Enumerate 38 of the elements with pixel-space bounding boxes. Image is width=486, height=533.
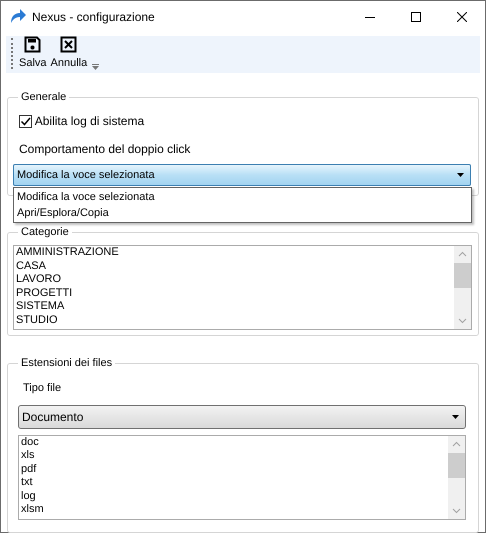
list-item[interactable]: AMMINISTRAZIONE xyxy=(16,246,454,260)
list-item[interactable]: PROGETTI xyxy=(16,286,454,300)
dropdown-arrow-icon xyxy=(452,414,459,419)
scroll-thumb[interactable] xyxy=(448,452,465,478)
list-item[interactable]: pdf xyxy=(21,462,448,476)
dropdown[interactable]: Documento xyxy=(18,404,466,429)
list-item[interactable]: STUDIO xyxy=(16,314,454,328)
dropdown-option[interactable]: Modifica la voce selezionata xyxy=(17,189,468,206)
list-item[interactable]: CASA xyxy=(16,260,454,274)
dropdown-arrow-icon xyxy=(457,173,464,178)
list-item[interactable]: xls xyxy=(21,449,448,463)
list-item[interactable]: log xyxy=(21,490,448,504)
list-box[interactable]: AMMINISTRAZIONE CASA LAVORO PROGETTI SISTEMA STUDIO xyxy=(13,245,472,330)
list-item[interactable]: txt xyxy=(21,476,448,490)
scroll-thumb[interactable] xyxy=(454,263,471,288)
save-button[interactable]: Salva xyxy=(18,36,48,70)
dropdown-option[interactable]: Apri/Esplora/Copia xyxy=(17,205,468,222)
scrollbar[interactable] xyxy=(448,436,465,519)
dropdown[interactable]: Modifica la voce selezionata xyxy=(13,164,471,186)
cancel-icon xyxy=(60,36,78,53)
list-box[interactable]: doc xls pdf txt log xlsm xyxy=(18,434,466,520)
scrollbar[interactable] xyxy=(454,246,471,330)
app-icon xyxy=(10,9,26,24)
maximize-icon xyxy=(411,12,421,22)
close-icon xyxy=(457,12,467,22)
checkbox[interactable] xyxy=(19,114,32,128)
overflow-icon[interactable] xyxy=(92,64,100,70)
window-title: Nexus - configurazione xyxy=(32,8,156,26)
list-item[interactable]: xlsm xyxy=(21,503,448,517)
field-label: Comportamento del doppio click xyxy=(19,141,192,158)
field-label: Tipo file xyxy=(23,381,62,396)
list-item[interactable]: doc xyxy=(21,436,448,450)
checkbox-label: Abilita log di sistema xyxy=(34,113,144,130)
group-title: Categorie xyxy=(18,225,72,240)
cancel-button[interactable]: Annulla xyxy=(50,36,88,70)
save-icon xyxy=(24,36,42,53)
list-item[interactable]: SISTEMA xyxy=(16,300,454,314)
list-item[interactable]: LAVORO xyxy=(16,273,454,287)
